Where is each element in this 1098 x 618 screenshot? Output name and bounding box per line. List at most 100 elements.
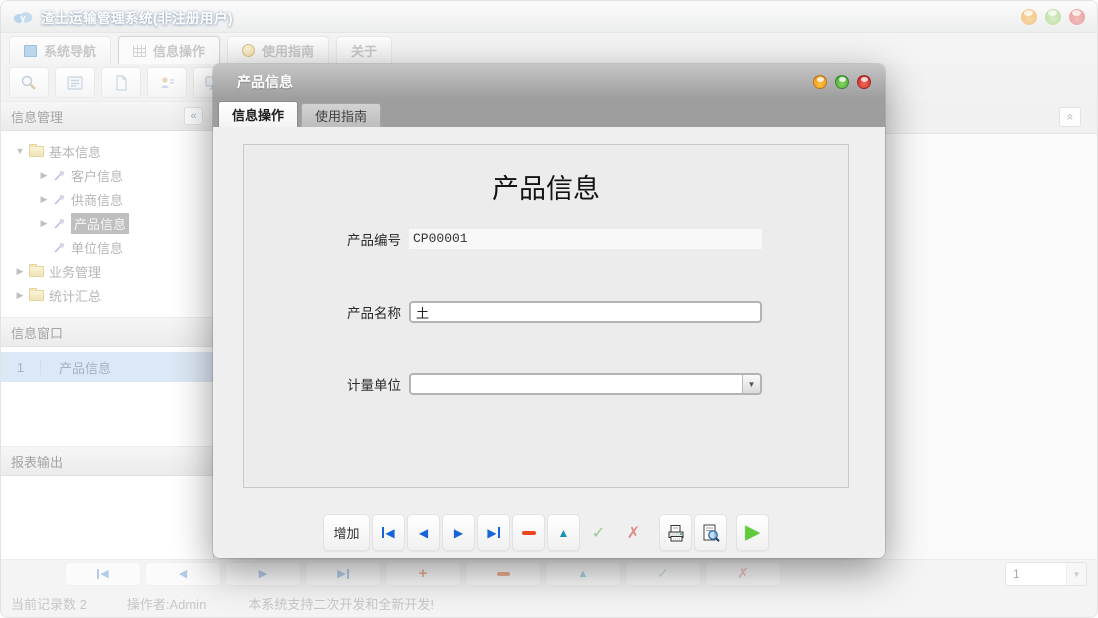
dialog-tab-user-guide[interactable]: 使用指南 <box>301 103 381 127</box>
dialog-tab-bar: 信息操作 使用指南 <box>213 99 885 127</box>
last-record-button[interactable]: ▶ <box>305 562 381 586</box>
info-window-title: 信息窗口 <box>11 323 63 342</box>
next-record-icon: ▶ <box>259 567 267 580</box>
tree-item-basic-info[interactable]: ▼ 基本信息 <box>1 139 213 163</box>
print-preview-icon <box>700 523 722 543</box>
tool-icon <box>53 241 66 254</box>
unit-label: 计量单位 <box>347 374 409 394</box>
edit-record-button[interactable]: ▲ <box>545 562 621 586</box>
tree-label: 业务管理 <box>49 262 101 281</box>
last-record-icon: ▶ <box>337 567 348 580</box>
report-output-title: 报表输出 <box>11 452 63 471</box>
app-logo-icon: y <box>13 9 33 24</box>
first-record-button[interactable]: ◀ <box>65 562 141 586</box>
sidebar-collapse-button[interactable]: « <box>184 107 203 125</box>
run-button[interactable]: ▶ <box>736 514 769 551</box>
first-record-icon: ◀ <box>382 526 394 540</box>
next-record-button[interactable]: ▶ <box>442 514 475 551</box>
cancel-record-button[interactable]: ✗ <box>617 514 650 551</box>
clock-icon <box>242 44 255 57</box>
cancel-icon: ✗ <box>737 565 749 582</box>
product-code-value: CP00001 <box>409 229 762 249</box>
product-code-row: 产品编号 CP00001 <box>347 229 762 249</box>
tree-item-customer-info[interactable]: ▶ 客户信息 <box>1 163 213 187</box>
panel-collapse-up-button[interactable]: « <box>1059 107 1081 127</box>
insert-record-button[interactable]: + <box>385 562 461 586</box>
tree-item-business-manage[interactable]: ▶ 业务管理 <box>1 259 213 283</box>
delete-record-button[interactable] <box>465 562 541 586</box>
expander-right-icon[interactable]: ▶ <box>13 290 27 301</box>
dialog-close-button[interactable] <box>857 75 871 89</box>
form-heading: 产品信息 <box>244 167 848 206</box>
dialog-tab-info-operation[interactable]: 信息操作 <box>218 101 298 127</box>
delete-icon <box>522 531 536 535</box>
prior-record-button[interactable]: ◀ <box>145 562 221 586</box>
product-code-label: 产品编号 <box>347 229 409 249</box>
maximize-button[interactable] <box>1045 9 1061 25</box>
cancel-icon: ✗ <box>627 523 640 543</box>
tab-info-operation[interactable]: 信息操作 <box>118 36 220 64</box>
delete-record-button[interactable] <box>512 514 545 551</box>
user-button[interactable] <box>147 67 187 98</box>
edit-record-button[interactable]: ▲ <box>547 514 580 551</box>
expander-right-icon[interactable]: ▶ <box>37 218 51 229</box>
expander-down-icon[interactable]: ▼ <box>13 146 27 156</box>
print-button[interactable] <box>659 514 692 551</box>
tab-user-guide[interactable]: 使用指南 <box>227 36 329 64</box>
app-window: y 渣土运输管理系统(非注册用户) 系统导航 信息操作 使用指南 关于 <box>0 0 1098 618</box>
document-button[interactable] <box>101 67 141 98</box>
dialog-minimize-button[interactable] <box>813 75 827 89</box>
last-record-button[interactable]: ▶ <box>477 514 510 551</box>
add-button-label: 增加 <box>333 523 359 542</box>
close-button[interactable] <box>1069 9 1085 25</box>
tab-system-nav[interactable]: 系统导航 <box>9 36 111 64</box>
dialog-maximize-button[interactable] <box>835 75 849 89</box>
expander-right-icon[interactable]: ▶ <box>37 170 51 181</box>
delete-icon <box>497 572 510 576</box>
tree-label: 基本信息 <box>49 142 101 161</box>
next-record-icon: ▶ <box>454 526 463 540</box>
blue-square-icon <box>24 45 37 57</box>
print-preview-button[interactable] <box>694 514 727 551</box>
tree-label: 客户信息 <box>71 166 123 185</box>
tree-item-statistics[interactable]: ▶ 统计汇总 <box>1 283 213 307</box>
post-record-button[interactable]: ✓ <box>582 514 615 551</box>
chevron-down-icon[interactable]: ▼ <box>742 375 760 393</box>
product-name-input[interactable] <box>409 301 762 323</box>
list-icon <box>65 74 85 92</box>
status-message-text: 本系统支持二次开发和全新开发! <box>248 594 434 613</box>
prior-record-button[interactable]: ◀ <box>407 514 440 551</box>
first-record-button[interactable]: ◀ <box>372 514 405 551</box>
document-icon <box>111 74 131 92</box>
tree-label: 供商信息 <box>71 190 123 209</box>
tree-item-supplier-info[interactable]: ▶ 供商信息 <box>1 187 213 211</box>
cancel-record-button[interactable]: ✗ <box>705 562 781 586</box>
record-number-value: 1 <box>1006 563 1066 585</box>
unit-combobox[interactable]: ▼ <box>409 373 762 395</box>
expander-right-icon[interactable]: ▶ <box>37 194 51 205</box>
search-button[interactable] <box>9 67 49 98</box>
ribbon-tab-bar: 系统导航 信息操作 使用指南 关于 <box>1 33 1097 64</box>
expander-right-icon[interactable]: ▶ <box>13 266 27 277</box>
record-number-combo[interactable]: 1 ▼ <box>1005 562 1087 586</box>
prior-record-icon: ◀ <box>179 567 187 580</box>
tree-label: 单位信息 <box>71 238 123 257</box>
post-record-button[interactable]: ✓ <box>625 562 701 586</box>
svg-text:y: y <box>21 13 26 23</box>
tab-about[interactable]: 关于 <box>336 36 392 64</box>
minimize-button[interactable] <box>1021 9 1037 25</box>
tool-icon <box>53 193 66 206</box>
list-view-button[interactable] <box>55 67 95 98</box>
add-button[interactable]: 增加 <box>323 514 370 551</box>
tree-item-product-info[interactable]: ▶ 产品信息 <box>1 211 213 235</box>
open-window-row[interactable]: 1 产品信息 <box>1 352 213 382</box>
dialog-body: 产品信息 产品编号 CP00001 产品名称 计量单位 ▼ <box>213 127 885 558</box>
next-record-button[interactable]: ▶ <box>225 562 301 586</box>
tab-label: 关于 <box>351 41 377 60</box>
tree-item-unit-info[interactable]: 单位信息 <box>1 235 213 259</box>
product-name-row: 产品名称 <box>347 301 762 323</box>
tool-icon <box>53 217 66 230</box>
tab-label: 信息操作 <box>153 41 205 60</box>
chevron-down-icon[interactable]: ▼ <box>1066 563 1086 585</box>
info-window-header: 信息窗口 <box>1 317 213 347</box>
